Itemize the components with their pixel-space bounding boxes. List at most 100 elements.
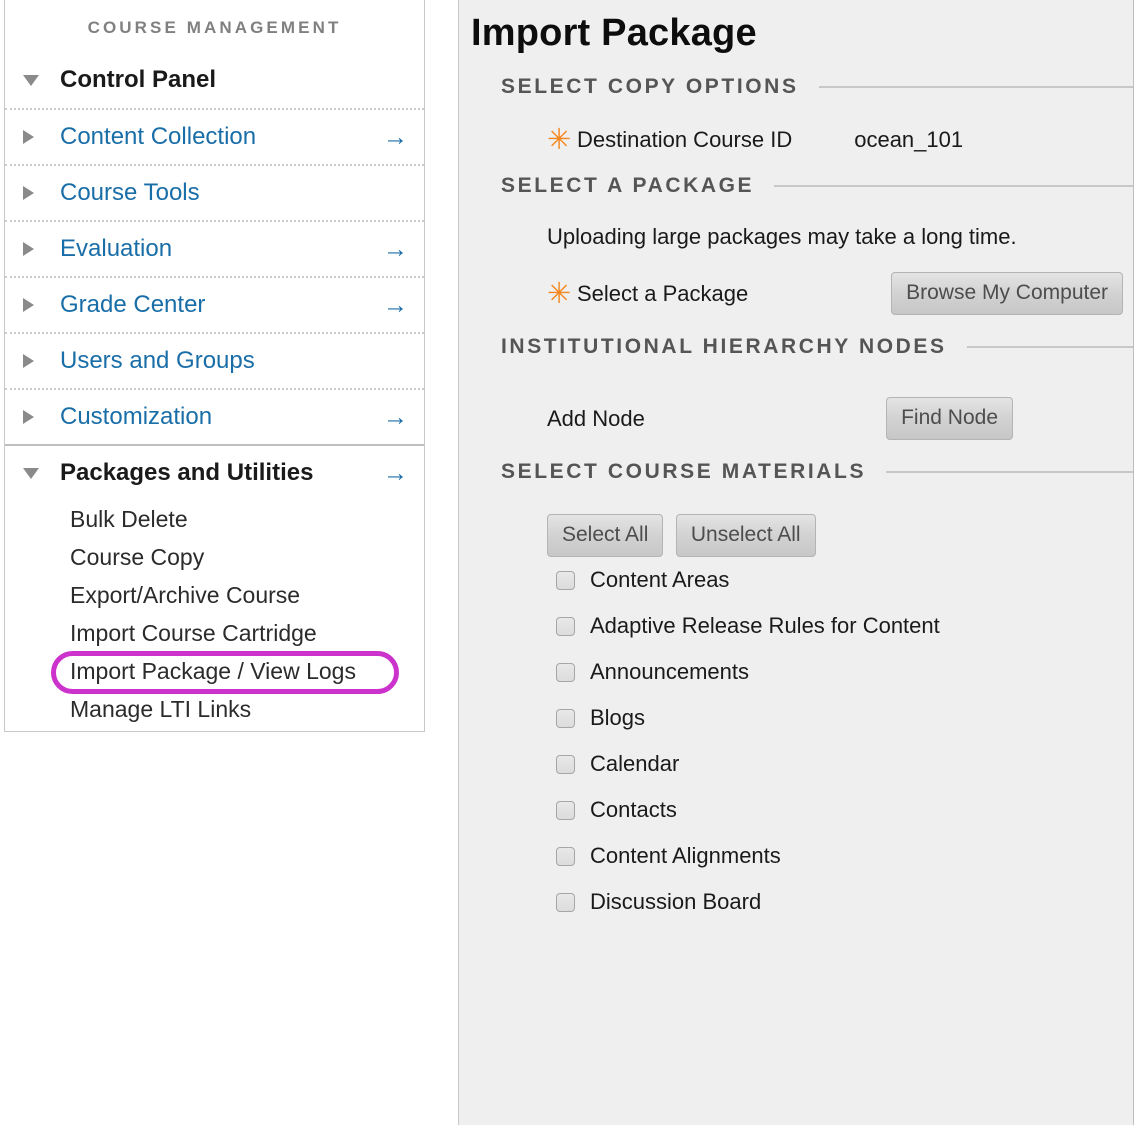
checkbox-calendar[interactable] <box>556 755 575 774</box>
triangle-glyph <box>23 298 34 312</box>
arrow-right-icon[interactable]: → <box>362 461 410 486</box>
section-rule <box>774 185 1133 187</box>
browse-my-computer-button[interactable]: Browse My Computer <box>891 272 1123 315</box>
checkbox-content-alignments[interactable] <box>556 847 575 866</box>
checkbox-row[interactable]: Calendar <box>459 741 1133 787</box>
checkbox-row[interactable]: Content Alignments <box>459 833 1133 879</box>
sidebar-item-label: Control Panel <box>49 66 362 94</box>
sidebar-subitem-export-archive-course[interactable]: Export/Archive Course <box>5 576 424 614</box>
select-buttons-group: Select All Unselect All <box>459 514 1133 557</box>
sidebar-subitem-bulk-delete[interactable]: Bulk Delete <box>5 500 424 538</box>
arrow-right-icon[interactable]: → <box>362 237 410 262</box>
find-node-button[interactable]: Find Node <box>886 397 1013 440</box>
chevron-right-icon[interactable] <box>23 186 49 200</box>
chevron-right-icon[interactable] <box>23 130 49 144</box>
sidebar-item-grade-center[interactable]: Grade Center→ <box>5 276 424 332</box>
destination-course-id-label: Destination Course ID <box>577 127 792 153</box>
checkbox-announcements[interactable] <box>556 663 575 682</box>
sidebar-subitem-list: Bulk DeleteCourse CopyExport/Archive Cou… <box>5 500 424 728</box>
triangle-glyph <box>23 130 34 144</box>
sidebar-item-content-collection[interactable]: Content Collection→ <box>5 108 424 164</box>
upload-time-note: Uploading large packages may take a long… <box>459 224 1133 250</box>
section-rule <box>886 471 1133 473</box>
checkbox-row[interactable]: Discussion Board <box>459 879 1133 925</box>
checkbox-label: Announcements <box>590 659 749 685</box>
sidebar-heading: COURSE MANAGEMENT <box>5 0 424 52</box>
triangle-glyph <box>23 75 39 86</box>
triangle-glyph <box>23 186 34 200</box>
required-asterisk-icon: ✳ <box>547 279 573 308</box>
chevron-right-icon[interactable] <box>23 298 49 312</box>
unselect-all-button[interactable]: Unselect All <box>676 514 816 557</box>
checkbox-label: Contacts <box>590 797 677 823</box>
section-title: SELECT A PACKAGE <box>501 174 754 198</box>
checkbox-content-areas[interactable] <box>556 571 575 590</box>
checkbox-row[interactable]: Announcements <box>459 649 1133 695</box>
checkbox-label: Discussion Board <box>590 889 761 915</box>
select-package-row: ✳ Select a Package Browse My Computer <box>459 272 1133 315</box>
section-header-copy-options: SELECT COPY OPTIONS <box>459 75 1133 99</box>
checkbox-contacts[interactable] <box>556 801 575 820</box>
section-rule <box>819 86 1133 88</box>
sidebar-item-label: Packages and Utilities <box>49 459 362 487</box>
select-all-button[interactable]: Select All <box>547 514 663 557</box>
destination-course-id-value: ocean_101 <box>854 127 963 153</box>
checkbox-label: Content Alignments <box>590 843 781 869</box>
triangle-glyph <box>23 242 34 256</box>
sidebar-subitem-import-course-cartridge[interactable]: Import Course Cartridge <box>5 614 424 652</box>
destination-course-id-row: ✳ Destination Course ID ocean_101 <box>459 125 1133 154</box>
chevron-right-icon[interactable] <box>23 354 49 368</box>
sidebar-item-course-tools[interactable]: Course Tools→ <box>5 164 424 220</box>
section-header-select-package: SELECT A PACKAGE <box>459 174 1133 198</box>
sidebar-item-users-and-groups[interactable]: Users and Groups→ <box>5 332 424 388</box>
checkbox-row[interactable]: Adaptive Release Rules for Content <box>459 603 1133 649</box>
course-management-sidebar: COURSE MANAGEMENT Control Panel→Content … <box>4 0 425 732</box>
sidebar-item-customization[interactable]: Customization→ <box>5 388 424 444</box>
import-package-panel: Import Package SELECT COPY OPTIONS ✳ Des… <box>458 0 1134 1125</box>
section-header-course-materials: SELECT COURSE MATERIALS <box>459 460 1133 484</box>
checkbox-label: Content Areas <box>590 567 729 593</box>
sidebar-item-label: Users and Groups <box>49 347 362 375</box>
checkbox-row[interactable]: Contacts <box>459 787 1133 833</box>
arrow-right-icon[interactable]: → <box>362 405 410 430</box>
arrow-right-icon[interactable]: → <box>362 293 410 318</box>
checkbox-discussion-board[interactable] <box>556 893 575 912</box>
sidebar-item-evaluation[interactable]: Evaluation→ <box>5 220 424 276</box>
sidebar-item-control-panel[interactable]: Control Panel→ <box>5 52 424 108</box>
chevron-down-icon[interactable] <box>23 468 49 479</box>
checkbox-row[interactable]: Blogs <box>459 695 1133 741</box>
checkbox-label: Calendar <box>590 751 679 777</box>
checkbox-blogs[interactable] <box>556 709 575 728</box>
chevron-down-icon[interactable] <box>23 75 49 86</box>
select-package-label: Select a Package <box>577 281 748 307</box>
chevron-right-icon[interactable] <box>23 410 49 424</box>
section-title: SELECT COPY OPTIONS <box>501 75 799 99</box>
sidebar-subitem-manage-lti-links[interactable]: Manage LTI Links <box>5 690 424 728</box>
checkbox-adaptive-release-rules-for-content[interactable] <box>556 617 575 636</box>
chevron-right-icon[interactable] <box>23 242 49 256</box>
sidebar-item-label: Evaluation <box>49 235 362 263</box>
triangle-glyph <box>23 468 39 479</box>
sidebar-item-label: Content Collection <box>49 123 362 151</box>
section-header-hierarchy-nodes: INSTITUTIONAL HIERARCHY NODES <box>459 335 1133 359</box>
sidebar-item-label: Customization <box>49 403 362 431</box>
sidebar-item-label: Course Tools <box>49 179 362 207</box>
sidebar-subitem-course-copy[interactable]: Course Copy <box>5 538 424 576</box>
triangle-glyph <box>23 410 34 424</box>
checkbox-label: Adaptive Release Rules for Content <box>590 613 940 639</box>
arrow-right-icon[interactable]: → <box>362 125 410 150</box>
checkbox-row[interactable]: Content Areas <box>459 557 1133 603</box>
sidebar-item-label: Grade Center <box>49 291 362 319</box>
section-rule <box>967 346 1133 348</box>
checkbox-label: Blogs <box>590 705 645 731</box>
add-node-label: Add Node <box>547 406 645 432</box>
section-title: INSTITUTIONAL HIERARCHY NODES <box>501 335 947 359</box>
add-node-row: Add Node Find Node <box>459 397 1133 440</box>
page-title: Import Package <box>459 0 1133 55</box>
section-title: SELECT COURSE MATERIALS <box>501 460 866 484</box>
sidebar-subitem-import-package-view-logs[interactable]: Import Package / View Logs <box>5 652 424 690</box>
sidebar-item-packages-and-utilities[interactable]: Packages and Utilities→ <box>5 444 424 500</box>
course-materials-checkbox-list: Content Areas Adaptive Release Rules for … <box>459 557 1133 925</box>
triangle-glyph <box>23 354 34 368</box>
sidebar-nav-list: Control Panel→Content Collection→Course … <box>5 52 424 500</box>
